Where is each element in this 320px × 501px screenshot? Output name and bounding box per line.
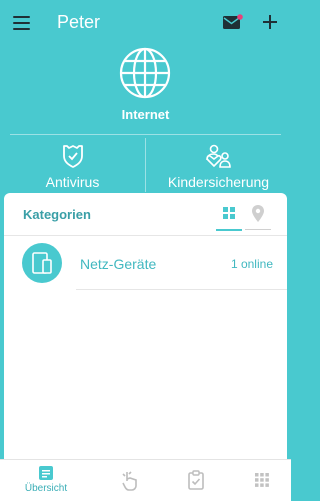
menu-icon[interactable] [13,16,30,30]
nav-tasks[interactable] [160,460,232,501]
apps-grid-icon [255,473,269,487]
grid-view-icon [223,207,235,219]
categories-header: Kategorien [4,193,287,236]
divider [10,134,281,135]
device-online-count: 1 online [230,257,273,271]
overview-icon [39,466,53,480]
shield-icon [62,145,83,168]
top-bar: Peter [0,0,291,46]
tab-grid-view[interactable] [216,203,242,231]
device-category-row[interactable]: Netz-Geräte 1 online [4,241,287,291]
family-icon [205,144,231,168]
mail-icon[interactable] [223,14,243,31]
internet-label[interactable]: Internet [0,107,291,122]
page-title: Peter [57,12,101,32]
touch-icon [122,471,137,491]
device-category-label: Netz-Geräte [80,256,157,272]
device-category-icon [22,243,62,283]
parental-control-tile[interactable]: Kindersicherung [146,140,291,190]
globe-icon[interactable] [118,46,172,100]
categories-card: Kategorien Netz-Geräte 1 online [4,193,287,459]
parental-control-label: Kindersicherung [167,174,270,190]
nav-overview[interactable]: Übersicht [10,460,82,501]
bottom-navigation: Übersicht [0,459,291,501]
nav-overview-label: Übersicht [24,483,68,494]
tab-location-view[interactable] [245,203,271,230]
nav-touch[interactable] [94,460,166,501]
location-pin-icon [252,205,264,222]
nav-apps[interactable] [226,460,298,501]
clipboard-check-icon [188,470,204,490]
add-icon[interactable] [262,14,278,30]
tablet-phone-icon [32,252,52,274]
antivirus-tile[interactable]: Antivirus [0,140,145,190]
categories-title: Kategorien [23,207,91,222]
antivirus-label: Antivirus [45,174,100,190]
row-divider [76,289,287,290]
